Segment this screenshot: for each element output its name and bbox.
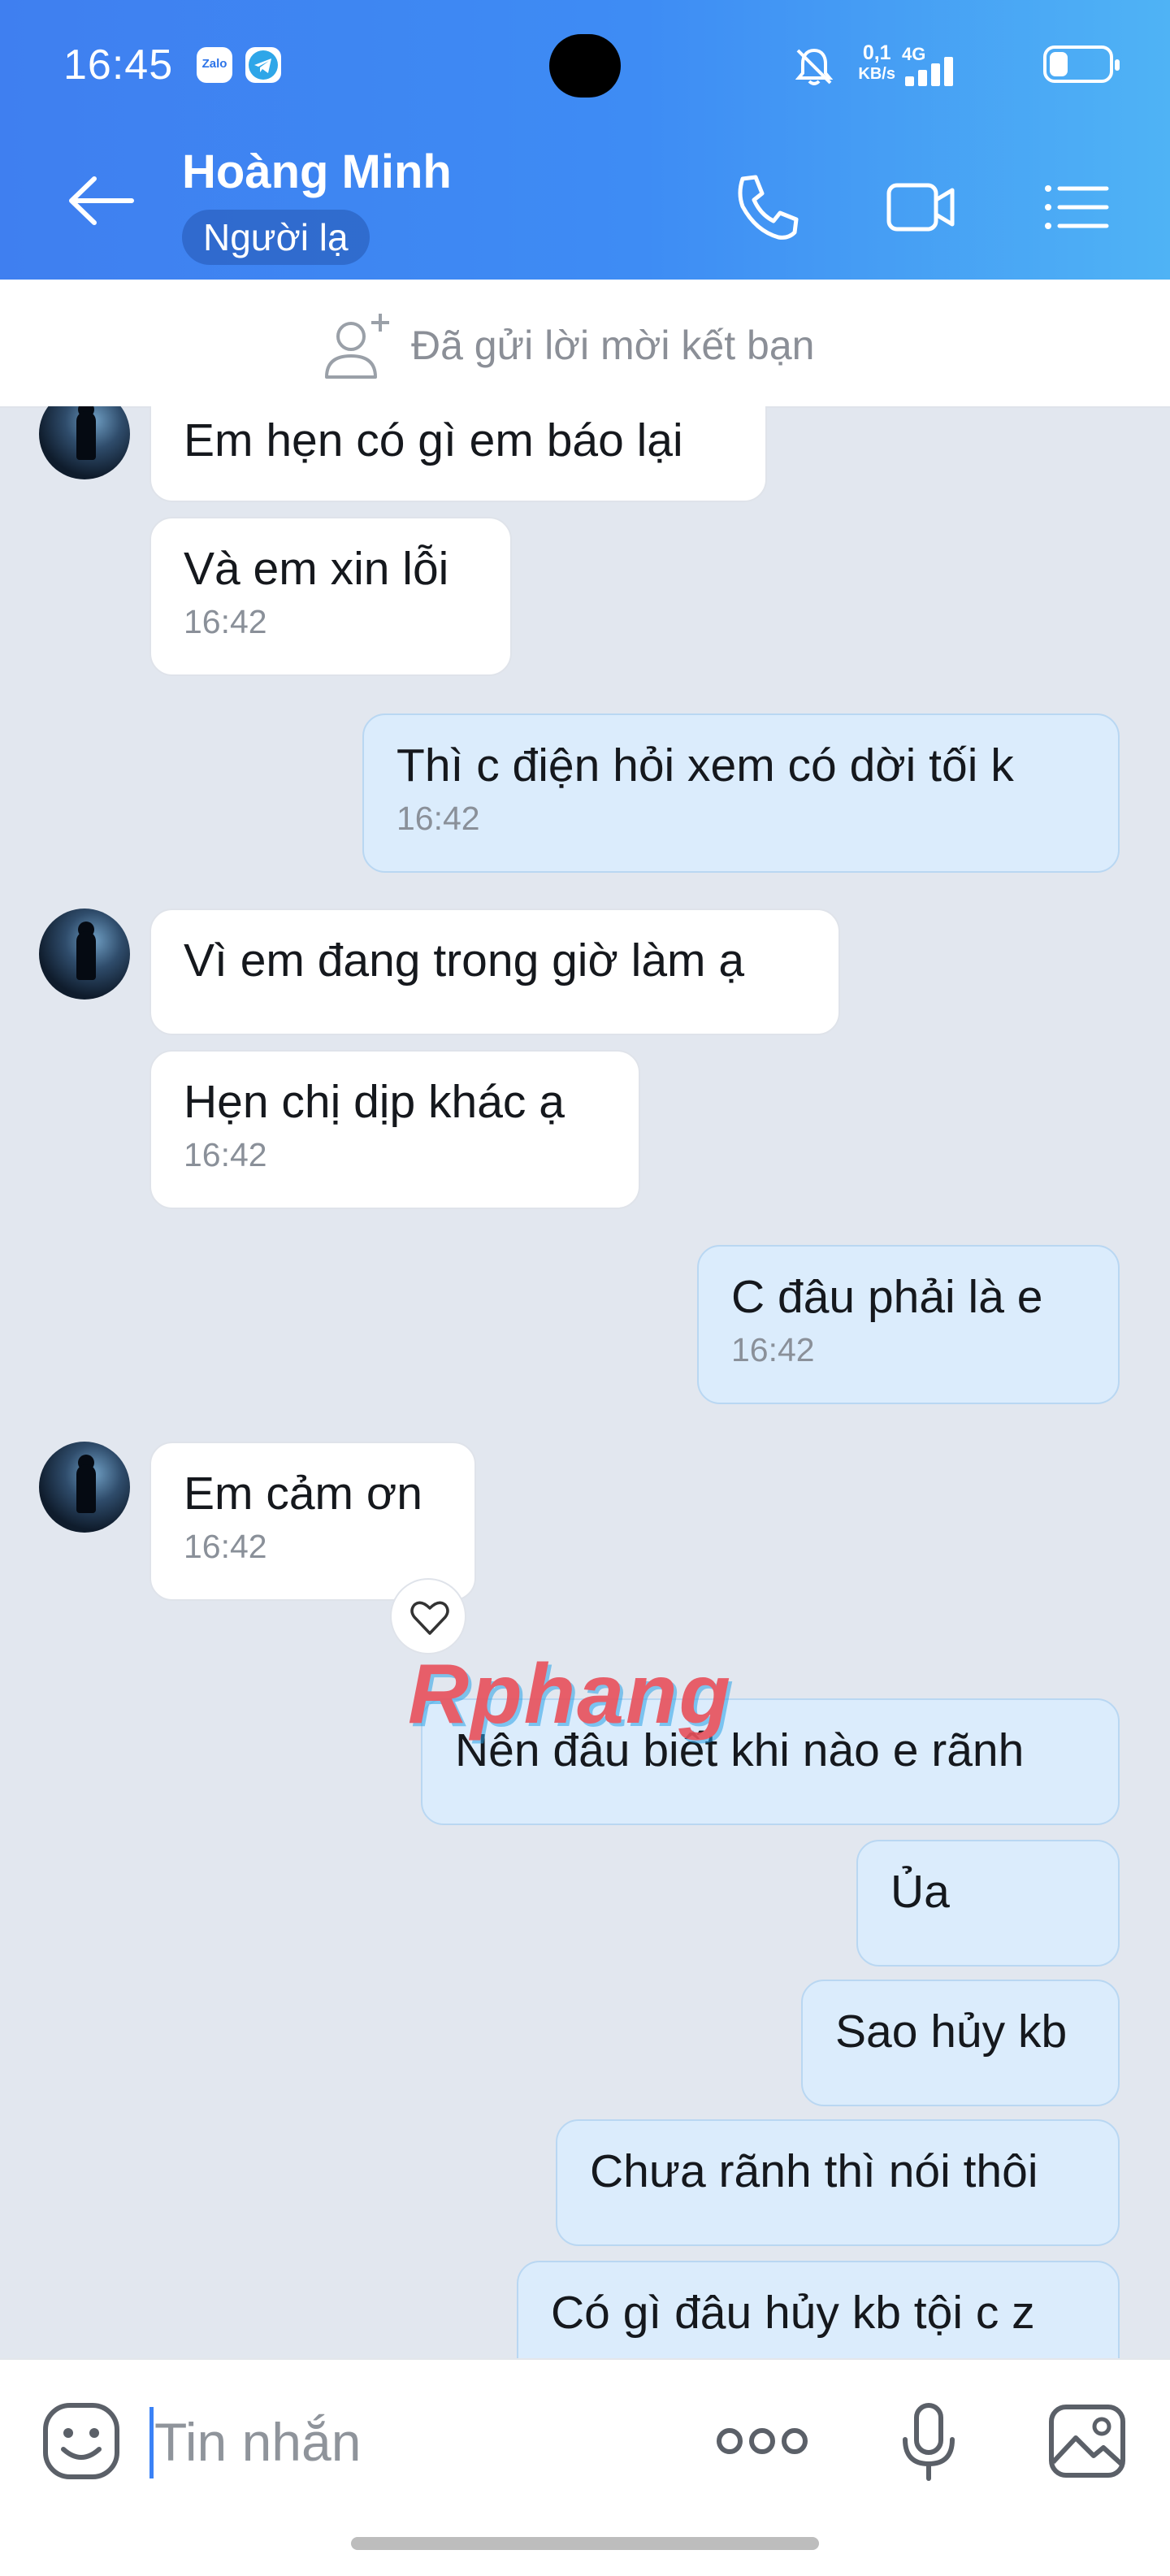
text-caret [150,2407,154,2478]
friend-request-bar: Đã gửi lời mời kết bạn [0,280,1170,408]
message-text: Em hẹn có gì em báo lại [184,414,683,466]
message-text: Thì c điện hỏi xem có dời tối k [396,739,1014,791]
home-indicator[interactable] [351,2537,819,2550]
message-time: 16:42 [184,603,267,640]
message-text: Em cảm ơn [184,1468,422,1520]
message-text: Chưa rãnh thì nói thôi [590,2145,1038,2197]
message-bubble[interactable]: Em hẹn có gì em báo lại [150,406,767,502]
message-text: Hẹn chị dịp khác ạ [184,1076,565,1128]
list-menu-icon[interactable] [1042,171,1112,244]
message-bubble[interactable]: Và em xin lỗi 16:42 [150,517,512,676]
signal-icon: 4G [900,44,965,88]
message-text: Có gì đâu hủy kb tội c z [551,2287,1035,2339]
contact-avatar[interactable] [39,909,130,1000]
zalo-icon: Zalo [197,47,232,83]
message-bubble[interactable]: Vì em đang trong giờ làm ạ [150,909,840,1035]
message-bubble[interactable]: Sao hủy kb [801,1980,1120,2106]
bell-off-icon [795,48,834,85]
stranger-badge: Người lạ [182,210,370,265]
camera-cutout [549,34,621,98]
telegram-icon [245,47,281,83]
battery-icon [1043,46,1120,83]
phone-icon[interactable] [731,171,801,244]
heart-outline-icon [410,1601,449,1635]
net-speed-value: 0,1 [862,41,891,64]
net-speed: 0,1 KB/s [858,42,895,85]
reaction-button[interactable] [390,1578,466,1654]
status-time: 16:45 [63,41,174,89]
watermark-logo: Rphang [408,1647,733,1741]
network-type: 4G [902,44,926,64]
more-dots-icon[interactable] [715,2417,809,2465]
zalo-icon-label: Zalo [202,57,228,71]
message-text: Vì em đang trong giờ làm ạ [184,935,745,987]
chat-header: 16:45 Zalo 0,1 KB/s 4G Hoàng Minh Người … [0,0,1170,280]
contact-avatar[interactable] [39,406,130,479]
message-time: 16:42 [184,1136,267,1173]
message-text: Sao hủy kb [835,2006,1068,2058]
back-arrow-icon[interactable] [65,172,138,229]
message-bubble[interactable]: Có gì đâu hủy kb tội c z [517,2261,1120,2358]
message-text: C đâu phải là e [731,1271,1043,1323]
message-list[interactable]: Em hẹn có gì em báo lại Và em xin lỗi 16… [0,406,1170,2358]
message-time: 16:42 [396,800,480,837]
message-time: 16:42 [184,1528,267,1565]
image-icon[interactable] [1046,2402,1128,2480]
microphone-icon[interactable] [899,2400,959,2482]
contact-name[interactable]: Hoàng Minh [182,145,452,199]
message-bubble[interactable]: Thì c điện hỏi xem có dời tối k 16:42 [362,713,1120,873]
message-bubble[interactable]: Hẹn chị dịp khác ạ 16:42 [150,1050,640,1209]
message-bubble[interactable]: Chưa rãnh thì nói thôi [556,2119,1120,2246]
message-bubble[interactable]: Ủa [856,1840,1120,1967]
message-time: 16:42 [731,1331,815,1368]
emoji-icon[interactable] [41,2400,122,2482]
contact-avatar[interactable] [39,1442,130,1533]
video-camera-icon[interactable] [886,171,956,244]
add-friend-icon [325,314,389,379]
message-bubble[interactable]: Em cảm ơn 16:42 [150,1442,476,1601]
net-speed-unit: KB/s [858,65,895,83]
message-bubble[interactable]: C đâu phải là e 16:42 [697,1245,1120,1404]
message-input[interactable] [146,2405,674,2478]
message-text: Và em xin lỗi [184,543,449,595]
friend-request-text: Đã gửi lời mời kết bạn [411,323,815,368]
status-icons: 0,1 KB/s 4G [739,37,1120,94]
message-text: Ủa [890,1866,950,1918]
